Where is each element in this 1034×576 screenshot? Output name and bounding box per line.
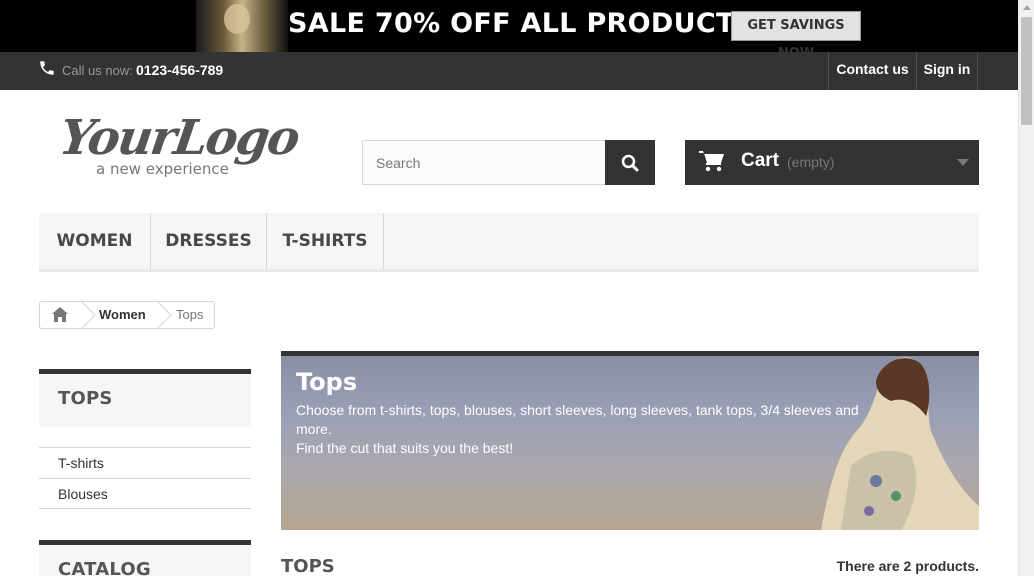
cart-label: Cart	[741, 150, 780, 171]
category-description-line: Find the cut that suits you the best!	[296, 440, 514, 456]
category-banner: Tops Choose from t-shirts, tops, blouses…	[281, 351, 979, 530]
menu-item-dresses[interactable]: DRESSES	[151, 213, 267, 269]
promo-banner[interactable]: SALE 70% OFF ALL PRODUCTS GET SAVINGS NO…	[0, 0, 1018, 52]
catalog-title: CATALOG	[58, 559, 151, 576]
category-title: Tops	[296, 368, 358, 396]
scroll-up-icon[interactable]	[1023, 5, 1031, 10]
category-description-line: Choose from t-shirts, tops, blouses, sho…	[296, 402, 859, 437]
breadcrumb-home[interactable]	[40, 302, 82, 328]
subcategory-blouses[interactable]: Blouses	[39, 478, 251, 509]
sidebar-catalog-block: CATALOG	[39, 540, 251, 576]
main-menu: WOMEN DRESSES T-SHIRTS	[39, 213, 979, 272]
breadcrumb-tops: Tops	[176, 307, 204, 322]
phone-icon	[40, 61, 54, 75]
product-list-heading: TOPS	[281, 556, 335, 576]
search-input[interactable]	[362, 140, 606, 185]
cart-status: (empty)	[787, 154, 835, 170]
logo-text: YourLogo	[56, 110, 302, 166]
call-label: Call us now:	[62, 63, 133, 78]
home-icon	[52, 307, 68, 322]
subcategory-tshirts[interactable]: T-shirts	[39, 447, 251, 478]
page: SALE 70% OFF ALL PRODUCTS GET SAVINGS NO…	[0, 0, 1034, 576]
page-scrollbar[interactable]	[1018, 0, 1034, 576]
search-icon	[621, 154, 639, 172]
banner-model-image	[196, 0, 288, 52]
subcategory-list: T-shirts Blouses	[39, 447, 251, 509]
get-savings-button[interactable]: GET SAVINGS NOW	[731, 11, 861, 52]
cart-button[interactable]: Cart (empty)	[685, 140, 979, 185]
category-description: Choose from t-shirts, tops, blouses, sho…	[296, 401, 876, 458]
contact-us-link[interactable]: Contact us	[828, 52, 916, 90]
product-count: There are 2 products.	[836, 558, 979, 574]
sidebar-tops-block: TOPS	[39, 369, 251, 427]
sign-in-link[interactable]: Sign in	[916, 52, 978, 90]
breadcrumb-separator	[158, 302, 172, 328]
phone-number: 0123-456-789	[136, 62, 224, 78]
breadcrumb-women[interactable]: Women	[99, 307, 146, 322]
search-button[interactable]	[605, 140, 655, 185]
logo-tagline: a new experience	[96, 160, 229, 178]
scrollbar-thumb[interactable]	[1021, 17, 1032, 125]
cart-icon	[699, 151, 724, 172]
store-logo[interactable]: YourLogo a new experience	[56, 110, 302, 182]
chevron-down-icon	[957, 159, 969, 166]
banner-text: SALE 70% OFF ALL PRODUCTS	[288, 8, 755, 39]
menu-item-women[interactable]: WOMEN	[39, 213, 151, 269]
sidebar-title: TOPS	[58, 388, 113, 409]
breadcrumb-separator	[82, 302, 96, 328]
menu-item-tshirts[interactable]: T-SHIRTS	[267, 213, 384, 269]
top-navbar: Call us now: 0123-456-789 Contact us Sig…	[0, 52, 1018, 90]
breadcrumb: Women Tops	[39, 301, 215, 329]
